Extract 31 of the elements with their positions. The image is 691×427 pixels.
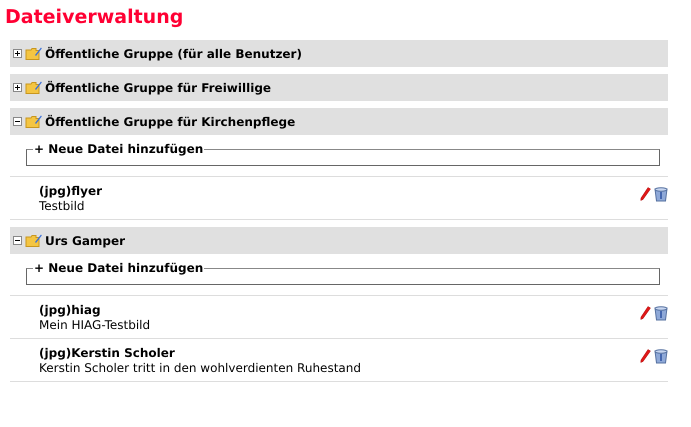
file-description: Kerstin Scholer tritt in den wohlverdienten Ruhestand (39, 361, 361, 375)
group-header[interactable]: Öffentliche Gruppe (für alle Benutzer) (10, 40, 668, 67)
collapse-icon[interactable] (13, 117, 22, 126)
folder-icon (25, 46, 42, 61)
trash-icon[interactable] (654, 187, 668, 202)
file-name: (jpg)flyer (39, 184, 102, 198)
trash-icon[interactable] (654, 349, 668, 364)
folder-icon (25, 233, 42, 248)
collapse-icon[interactable] (13, 236, 22, 245)
folder-icon (25, 114, 42, 129)
group-name: Öffentliche Gruppe für Freiwillige (45, 80, 272, 94)
file-name: (jpg)Kerstin Scholer (39, 346, 176, 360)
pencil-icon[interactable] (640, 306, 651, 320)
add-file-link[interactable]: + Neue Datei hinzufügen (33, 142, 204, 156)
expand-icon[interactable] (13, 83, 22, 92)
folder-icon (25, 80, 42, 95)
file-name: (jpg)hiag (39, 303, 102, 317)
group-header[interactable]: Urs Gamper (10, 227, 668, 254)
file-description: Mein HIAG-Testbild (39, 318, 150, 332)
pencil-icon[interactable] (640, 349, 651, 363)
group-name: Öffentliche Gruppe (für alle Benutzer) (45, 46, 302, 60)
add-file-link[interactable]: + Neue Datei hinzufügen (33, 261, 204, 275)
group-header[interactable]: Öffentliche Gruppe für Freiwillige (10, 74, 668, 101)
page-title: Dateiverwaltung (5, 5, 184, 30)
trash-icon[interactable] (654, 306, 668, 321)
file-description: Testbild (39, 199, 86, 213)
group-header[interactable]: Öffentliche Gruppe für Kirchenpflege (10, 108, 668, 135)
group-name: Öffentliche Gruppe für Kirchenpflege (45, 114, 296, 128)
pencil-icon[interactable] (640, 187, 651, 201)
group-name: Urs Gamper (45, 234, 126, 248)
expand-icon[interactable] (13, 49, 22, 58)
